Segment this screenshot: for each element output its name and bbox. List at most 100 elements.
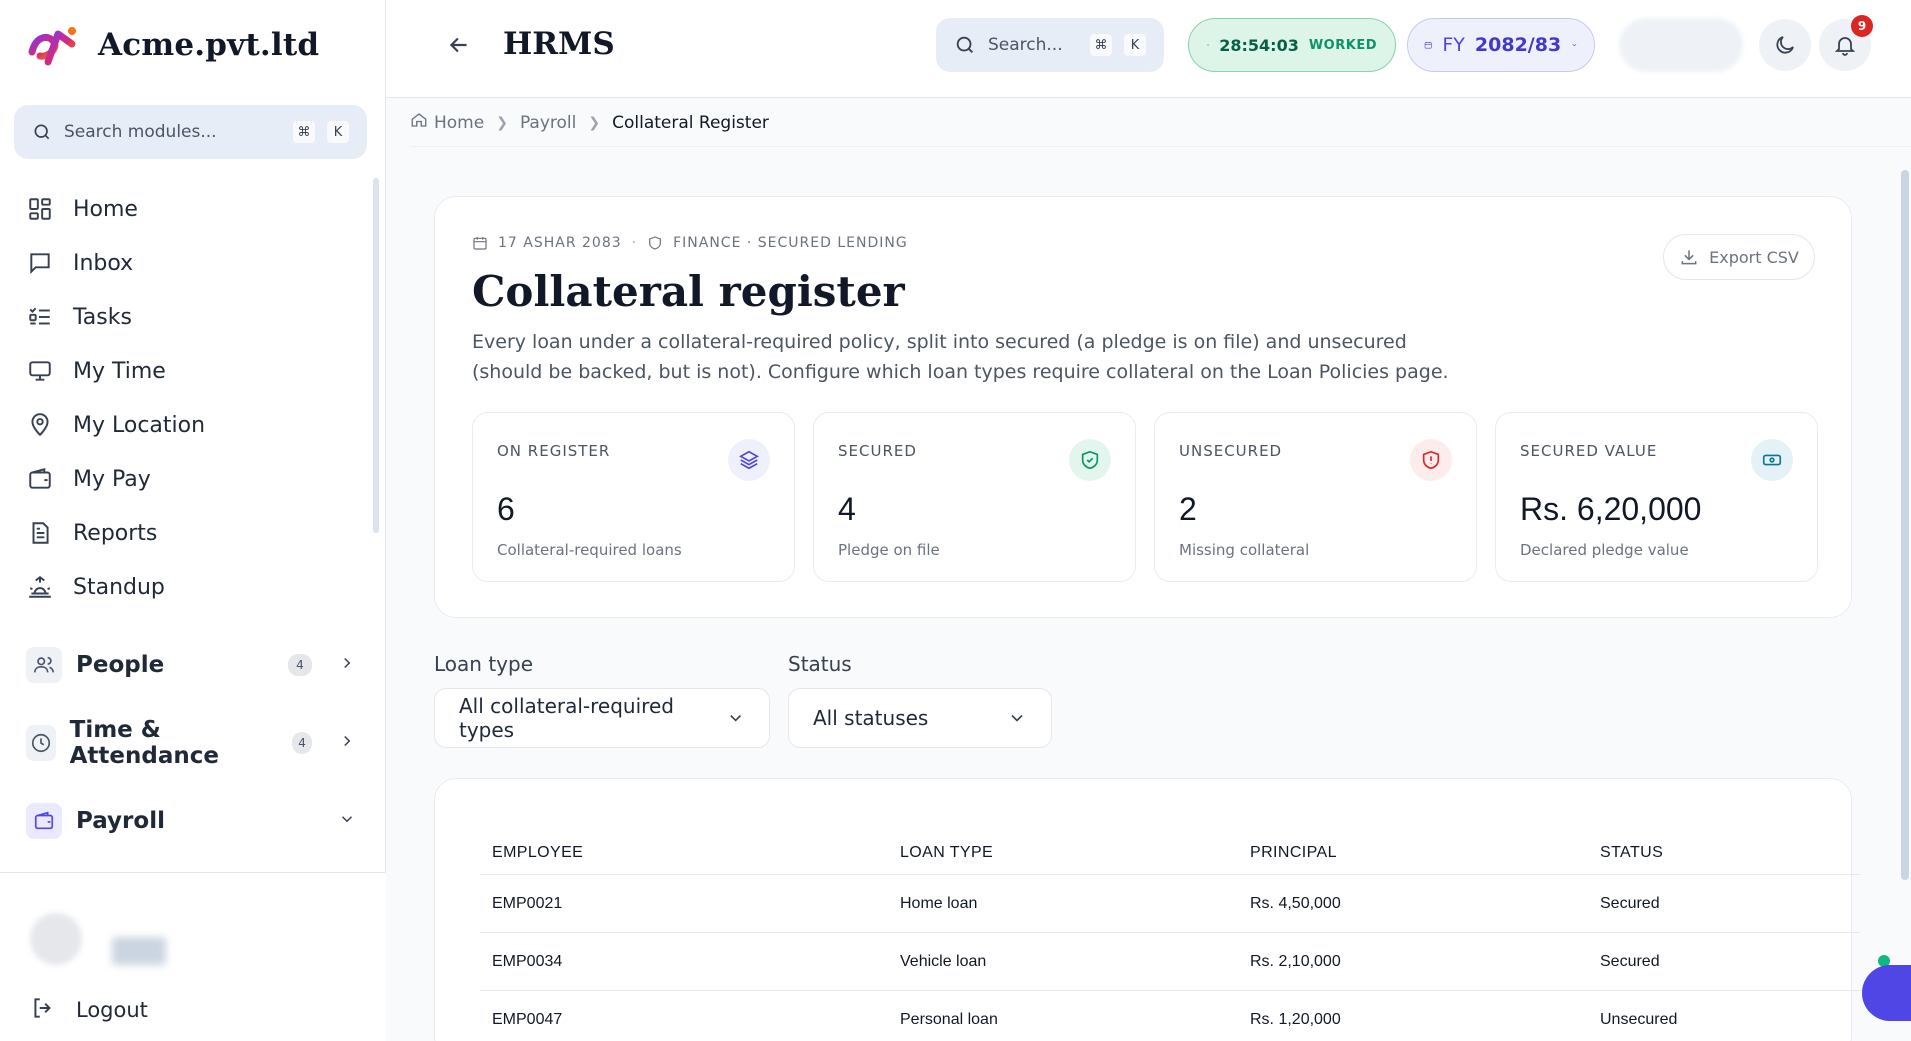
cell-loan-type: Personal loan	[900, 1010, 998, 1028]
cell-status: Unsecured	[1600, 1010, 1678, 1028]
notifications-button[interactable]: 9	[1819, 15, 1873, 71]
stat-label: ON REGISTER	[497, 442, 611, 460]
sidebar-item-label: My Time	[73, 358, 166, 384]
breadcrumb: Home ❯ Payroll ❯ Collateral Register	[410, 99, 1911, 147]
clock-icon	[26, 725, 56, 761]
sidebar-item-my-location[interactable]: My Location	[26, 398, 356, 452]
sidebar-group-label: Time & Attendance	[69, 717, 219, 769]
loan-type-select[interactable]: All collateral-required types	[434, 688, 770, 748]
app-title: HRMS	[503, 26, 615, 62]
fiscal-year-value: 2082/83	[1474, 34, 1562, 56]
logout-button[interactable]: Logout	[30, 995, 148, 1025]
status-select-value: All statuses	[813, 706, 929, 730]
breadcrumb-payroll[interactable]: Payroll	[520, 113, 576, 133]
meta-separator: ·	[631, 235, 638, 251]
shortcut-key-cmd: ⌘	[293, 121, 315, 143]
work-timer[interactable]: 28:54:03 WORKED	[1188, 18, 1396, 72]
brand[interactable]: Acme.pvt.ltd	[26, 22, 319, 68]
sidebar-item-tasks[interactable]: Tasks	[26, 290, 356, 344]
sidebar-item-label: My Location	[73, 412, 206, 438]
column-header-loan-type[interactable]: LOAN TYPE	[888, 844, 1238, 862]
users-icon	[26, 647, 62, 683]
user-profile[interactable]	[30, 913, 166, 965]
stat-description: Collateral-required loans	[497, 541, 682, 559]
table-row[interactable]: EMP0021 Home loan Rs. 4,50,000 Secured	[480, 875, 1860, 933]
loan-type-filter-label: Loan type	[434, 652, 533, 676]
search-icon	[34, 124, 50, 140]
stat-cards: ON REGISTER 6 Collateral-required loans …	[472, 412, 1818, 582]
monitor-icon	[26, 357, 54, 385]
cell-employee: EMP0047	[492, 1010, 563, 1028]
table-header: EMPLOYEE LOAN TYPE PRINCIPAL STATUS	[480, 831, 1860, 875]
export-csv-label: Export CSV	[1709, 247, 1799, 267]
export-csv-button[interactable]: Export CSV	[1663, 234, 1815, 280]
fiscal-year-selector[interactable]: FY 2082/83	[1407, 18, 1595, 72]
column-header-principal[interactable]: PRINCIPAL	[1238, 844, 1588, 862]
sidebar: Acme.pvt.ltd Search modules... ⌘ K Home …	[0, 0, 386, 1041]
table-row[interactable]: EMP0034 Vehicle loan Rs. 2,10,000 Secure…	[480, 933, 1860, 991]
sidebar-item-label: Home	[73, 196, 138, 222]
sidebar-item-reports[interactable]: Reports	[26, 506, 356, 560]
sidebar-footer: Logout	[0, 872, 386, 1041]
chevron-down-icon	[729, 715, 741, 722]
home-icon	[410, 111, 428, 134]
sidebar-group-payroll[interactable]: Payroll	[26, 798, 356, 844]
cell-employee: EMP0034	[492, 952, 563, 970]
table-row[interactable]: EMP0047 Personal loan Rs. 1,20,000 Unsec…	[480, 991, 1860, 1041]
sidebar-item-label: Reports	[73, 520, 158, 546]
download-icon	[1681, 250, 1697, 265]
shield-check-icon	[1069, 439, 1111, 481]
chevron-down-icon	[1011, 714, 1023, 722]
moon-icon	[1776, 36, 1794, 54]
sidebar-scrollbar[interactable]	[373, 178, 379, 533]
page-title: Collateral register	[472, 267, 905, 316]
stat-card-on-register: ON REGISTER 6 Collateral-required loans	[472, 412, 795, 582]
chevron-right-icon: ❯	[496, 114, 508, 131]
sidebar-item-my-pay[interactable]: My Pay	[26, 452, 356, 506]
chevron-right-icon	[338, 732, 356, 754]
top-header: HRMS Search... ⌘ K 28:54:03 WORKED FY 20…	[386, 0, 1911, 98]
column-header-employee[interactable]: EMPLOYEE	[480, 844, 888, 862]
sidebar-item-inbox[interactable]: Inbox	[26, 236, 356, 290]
wallet-icon	[26, 803, 62, 839]
stat-card-secured: SECURED 4 Pledge on file	[813, 412, 1136, 582]
sidebar-item-standup[interactable]: Standup	[26, 560, 356, 614]
sunrise-icon	[26, 573, 54, 601]
sidebar-group-time-attendance[interactable]: Time & Attendance 4	[26, 717, 356, 769]
timer-value: 28:54:03	[1219, 35, 1299, 55]
chat-launcher-button[interactable]	[1862, 965, 1911, 1021]
stat-value: 6	[497, 491, 515, 527]
stat-description: Pledge on file	[838, 541, 940, 559]
column-header-status[interactable]: STATUS	[1588, 844, 1848, 862]
message-icon	[26, 249, 54, 277]
chevron-right-icon: ❯	[588, 114, 601, 131]
sidebar-item-label: Inbox	[73, 250, 134, 276]
main-scrollbar[interactable]	[1901, 170, 1909, 880]
module-search-input[interactable]: Search modules... ⌘ K	[14, 105, 367, 159]
calendar-icon	[473, 237, 487, 250]
cell-status: Secured	[1600, 894, 1660, 912]
brand-logo-icon	[28, 27, 76, 66]
cell-principal: Rs. 1,20,000	[1250, 1010, 1341, 1028]
collateral-table: EMPLOYEE LOAN TYPE PRINCIPAL STATUS EMP0…	[480, 831, 1860, 1041]
logout-label: Logout	[76, 998, 148, 1022]
shortcut-key-k: K	[327, 121, 349, 143]
chevron-down-icon	[338, 810, 356, 832]
brand-name: Acme.pvt.ltd	[98, 27, 320, 63]
page-date: 17 ASHAR 2083	[498, 235, 622, 251]
sidebar-item-home[interactable]: Home	[26, 182, 356, 236]
global-search-input[interactable]: Search... ⌘ K	[936, 18, 1164, 72]
calendar-icon	[1424, 41, 1432, 49]
breadcrumb-home[interactable]: Home	[434, 113, 484, 133]
status-select[interactable]: All statuses	[788, 688, 1052, 748]
sidebar-group-people[interactable]: People 4	[26, 642, 356, 688]
back-arrow-icon[interactable]	[446, 32, 472, 62]
profile-menu-redacted[interactable]	[1619, 18, 1743, 72]
timer-clock-icon	[1207, 44, 1209, 46]
fiscal-year-prefix: FY	[1442, 34, 1465, 56]
sidebar-item-my-time[interactable]: My Time	[26, 344, 356, 398]
theme-toggle-button[interactable]	[1759, 19, 1811, 71]
cell-principal: Rs. 4,50,000	[1250, 894, 1341, 912]
cell-loan-type: Vehicle loan	[900, 952, 987, 970]
page-category: FINANCE · SECURED LENDING	[673, 235, 908, 251]
